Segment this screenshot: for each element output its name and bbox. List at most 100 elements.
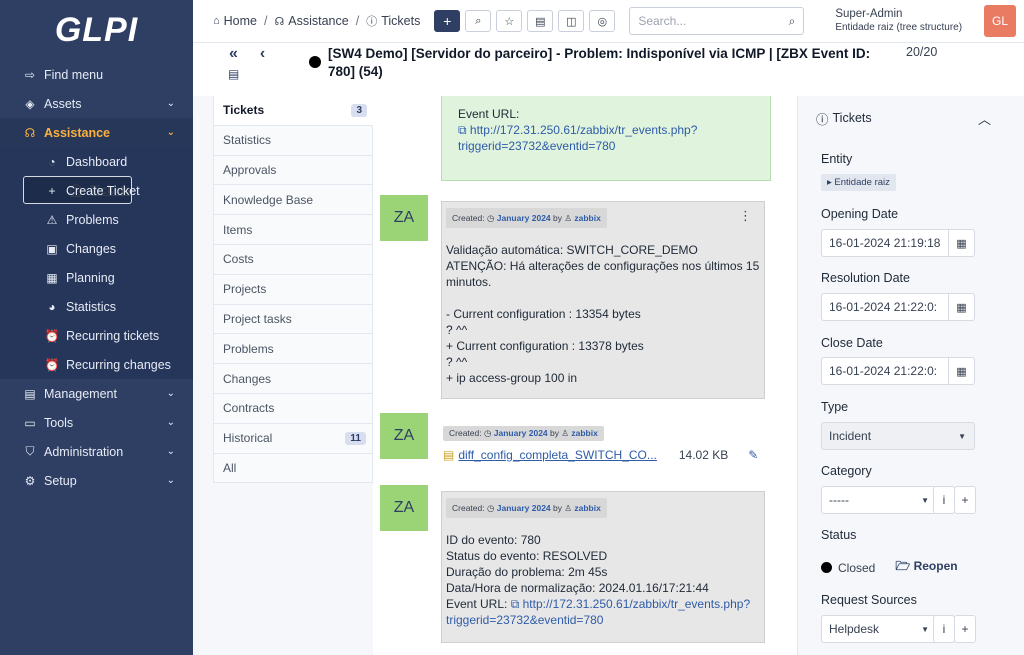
event-link[interactable]: http://172.31.250.61/zabbix/tr_events.ph… bbox=[523, 597, 751, 611]
document-link[interactable]: diff_config_completa_SWITCH_CO... bbox=[458, 448, 657, 462]
closed-status-icon bbox=[821, 562, 832, 573]
close-date-field[interactable]: 16-01-2024 21:22:0: ▦ bbox=[821, 357, 975, 385]
tab-list: Tickets 3 Statistics Approvals Knowledge … bbox=[213, 96, 373, 484]
bookmark-button[interactable]: ☆ bbox=[496, 10, 523, 32]
tab-historical[interactable]: Historical 11 bbox=[213, 423, 373, 454]
edit-icon[interactable]: ✎ bbox=[748, 448, 758, 462]
tab-statistics[interactable]: Statistics bbox=[213, 125, 373, 156]
pie-chart-icon: ◕ bbox=[48, 299, 56, 314]
opening-date-field[interactable]: 16-01-2024 21:19:18 ▦ bbox=[821, 229, 975, 257]
back-icon[interactable]: ‹ bbox=[260, 45, 265, 62]
user-info[interactable]: Super-Admin Entidade raiz (tree structur… bbox=[835, 7, 962, 35]
briefcase-icon: ▭ bbox=[24, 415, 36, 430]
headset-icon: ☊ bbox=[24, 125, 36, 140]
add-category-button[interactable]: + bbox=[954, 486, 976, 514]
external-link-icon: ⧉ bbox=[458, 123, 470, 137]
top-bar: ⌂ Home / ☊ Assistance / ⓘ Tickets + ⌕ ☆ … bbox=[193, 0, 1024, 43]
clock-icon: ◷ bbox=[486, 503, 495, 513]
list-icon[interactable]: ▤ bbox=[228, 67, 239, 81]
sidebar-item-recurring-changes[interactable]: ⏰ Recurring changes bbox=[0, 350, 193, 379]
chevron-down-icon: ⌄ bbox=[166, 446, 175, 457]
solution-box: Event URL: ⧉ http://172.31.250.61/zabbix… bbox=[441, 96, 771, 181]
caret-down-icon: ▼ bbox=[958, 431, 966, 441]
resolution-date-field[interactable]: 16-01-2024 21:22:0: ▦ bbox=[821, 293, 975, 321]
reopen-button[interactable]: 🗁 Reopen bbox=[895, 557, 957, 578]
breadcrumb-tickets[interactable]: Tickets bbox=[381, 14, 420, 28]
status-value: Closed bbox=[838, 560, 876, 575]
tab-items[interactable]: Items bbox=[213, 215, 373, 245]
sidebar-item-statistics[interactable]: ◕ Statistics bbox=[0, 292, 193, 321]
search-input[interactable]: Search... ⌕ bbox=[629, 7, 805, 35]
box-icon: ◈ bbox=[25, 96, 35, 111]
avatar[interactable]: GL bbox=[984, 5, 1016, 37]
meta-badge: Created: ◷ January 2024 by ♙ zabbix bbox=[446, 498, 607, 518]
user-icon: ♙ bbox=[564, 503, 573, 513]
sidebar-item-tools[interactable]: ▭ Tools ⌄ bbox=[0, 408, 193, 437]
info-button[interactable]: i bbox=[933, 615, 955, 643]
add-source-button[interactable]: + bbox=[954, 615, 976, 643]
tab-all[interactable]: All bbox=[213, 453, 373, 484]
collapse-icon[interactable]: « bbox=[229, 45, 238, 62]
meta-badge: Created: ◷ January 2024 by ♙ zabbix bbox=[446, 208, 607, 228]
folder-open-icon: 🗁 bbox=[895, 559, 911, 573]
reset-view-button[interactable]: ◎ bbox=[589, 10, 616, 32]
alert-circle-icon: ⓘ bbox=[366, 16, 378, 28]
sidebar-item-problems[interactable]: ⚠ Problems bbox=[0, 205, 193, 234]
type-select[interactable]: Incident ▼ bbox=[821, 422, 975, 450]
page-title: [SW4 Demo] [Servidor do parceiro] - Prob… bbox=[328, 46, 871, 79]
file-icon: ▤ bbox=[443, 448, 455, 462]
plus-icon: + bbox=[961, 622, 969, 636]
more-actions-icon[interactable]: ⋮ bbox=[739, 208, 752, 224]
count-badge: 11 bbox=[345, 431, 366, 445]
template-button[interactable]: ▤ bbox=[527, 10, 554, 32]
timeline: Event URL: ⧉ http://172.31.250.61/zabbix… bbox=[373, 96, 797, 655]
search-icon: ⌕ bbox=[475, 14, 482, 27]
tab-projects[interactable]: Projects bbox=[213, 274, 373, 305]
sidebar-item-planning[interactable]: ▦ Planning bbox=[0, 263, 193, 292]
sidebar-item-dashboard[interactable]: ◔ Dashboard bbox=[0, 147, 193, 176]
split-view-button[interactable]: ◫ bbox=[558, 10, 585, 32]
followup-message: Created: ◷ January 2024 by ♙ zabbix ⋮ Va… bbox=[441, 201, 765, 399]
tab-tickets[interactable]: Tickets 3 bbox=[213, 96, 373, 126]
calendar-icon[interactable]: ▦ bbox=[948, 230, 974, 256]
calendar-icon[interactable]: ▦ bbox=[948, 294, 974, 320]
home-icon: ⌂ bbox=[213, 15, 220, 27]
category-select[interactable]: ----- ▼ bbox=[821, 486, 938, 514]
tab-project-tasks[interactable]: Project tasks bbox=[213, 304, 373, 335]
sidebar-item-assistance[interactable]: ☊ Assistance ⌄ bbox=[0, 118, 193, 147]
tab-problems[interactable]: Problems bbox=[213, 334, 373, 365]
followup-message: Created: ◷ January 2024 by ♙ zabbix ID d… bbox=[441, 491, 765, 643]
add-button[interactable]: + bbox=[434, 10, 461, 32]
entity-value[interactable]: ▸ Entidade raiz bbox=[821, 174, 896, 191]
glpi-logo[interactable]: GLPI bbox=[0, 0, 193, 60]
gear-icon: ⚙ bbox=[24, 473, 36, 488]
alarm-icon: ⏰ bbox=[44, 357, 60, 372]
tab-approvals[interactable]: Approvals bbox=[213, 155, 373, 186]
panel-header[interactable]: ⓘ Tickets ︿ bbox=[798, 96, 1009, 140]
event-link[interactable]: ⧉ http://172.31.250.61/zabbix/tr_events.… bbox=[458, 122, 754, 138]
sidebar-item-find-menu[interactable]: ⇨ Find menu bbox=[0, 60, 193, 89]
chevron-up-icon[interactable]: ︿ bbox=[978, 109, 991, 128]
search-button[interactable]: ⌕ bbox=[465, 10, 492, 32]
sidebar-item-create-ticket[interactable]: + Create Ticket bbox=[0, 176, 193, 205]
tab-costs[interactable]: Costs bbox=[213, 244, 373, 275]
calendar-icon[interactable]: ▦ bbox=[948, 358, 974, 384]
plus-icon: + bbox=[48, 183, 56, 198]
sidebar-item-recurring-tickets[interactable]: ⏰ Recurring tickets bbox=[0, 321, 193, 350]
tab-changes[interactable]: Changes bbox=[213, 364, 373, 394]
tab-knowledge-base[interactable]: Knowledge Base bbox=[213, 185, 373, 216]
breadcrumb-home[interactable]: Home bbox=[224, 14, 257, 28]
request-source-select[interactable]: Helpdesk ▼ bbox=[821, 615, 938, 643]
tab-contracts[interactable]: Contracts bbox=[213, 393, 373, 424]
breadcrumb: ⌂ Home / ☊ Assistance / ⓘ Tickets bbox=[213, 14, 421, 28]
sidebar-item-administration[interactable]: ⛉ Administration ⌄ bbox=[0, 437, 193, 466]
breadcrumb-assistance[interactable]: Assistance bbox=[288, 14, 348, 28]
sidebar-item-setup[interactable]: ⚙ Setup ⌄ bbox=[0, 466, 193, 495]
sidebar-item-management[interactable]: ▤ Management ⌄ bbox=[0, 379, 193, 408]
chevron-down-icon: ⌄ bbox=[166, 417, 175, 428]
star-icon: ☆ bbox=[504, 15, 515, 28]
sidebar-item-changes[interactable]: ▣ Changes bbox=[0, 234, 193, 263]
avatar: ZA bbox=[380, 413, 428, 459]
sidebar-item-assets[interactable]: ◈ Assets ⌄ bbox=[0, 89, 193, 118]
info-button[interactable]: i bbox=[933, 486, 955, 514]
